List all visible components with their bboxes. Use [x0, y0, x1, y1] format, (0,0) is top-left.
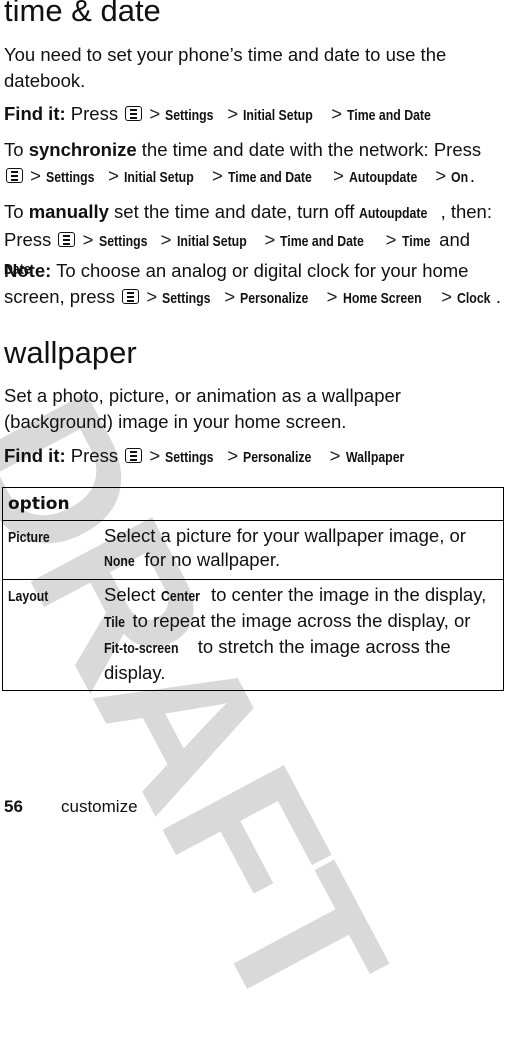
- section-title-time-date: time & date: [4, 0, 161, 28]
- desc-text: Select: [104, 584, 156, 605]
- separator: >: [30, 165, 41, 186]
- path-personalize: Personalize: [243, 449, 312, 466]
- option-description: Select Center to center the image in the…: [99, 579, 504, 691]
- separator: >: [160, 229, 172, 250]
- table-row: Picture Select a picture for your wallpa…: [2, 520, 504, 580]
- separator: >: [435, 165, 447, 186]
- wallpaper-intro: Set a photo, picture, or animation as a …: [4, 385, 401, 432]
- and-text: and: [439, 229, 471, 250]
- option-picture: Picture: [8, 529, 50, 546]
- path-time-and-date: Time and Date: [227, 169, 312, 186]
- separator: >: [227, 445, 239, 466]
- note-paragraph: Note: To choose an analog or digital clo…: [4, 258, 504, 312]
- path-clock: Clock: [457, 290, 491, 307]
- path-time-and-date: Time and Date: [280, 233, 365, 250]
- separator: >: [227, 103, 239, 124]
- option-name: Picture: [2, 520, 99, 580]
- table-row: Layout Select Center to center the image…: [2, 579, 504, 691]
- option-description: Select a picture for your wallpaper imag…: [99, 520, 504, 580]
- note-label: Note:: [4, 260, 52, 281]
- press-text: Press: [70, 103, 119, 124]
- desc-text: to center the image in the display,: [210, 584, 487, 605]
- separator: >: [329, 445, 341, 466]
- path-initial-setup: Initial Setup: [176, 233, 247, 250]
- menu-key-icon: [125, 448, 143, 463]
- find-it-label: Find it:: [4, 103, 66, 124]
- desc-text: for no wallpaper.: [144, 549, 281, 570]
- time-date-intro: You need to set your phone’s time and da…: [4, 44, 447, 91]
- menu-key-icon: [125, 106, 143, 121]
- option-name: Layout: [2, 579, 99, 691]
- path-settings: Settings: [46, 169, 95, 186]
- path-on: On: [451, 169, 469, 186]
- synchronize-text: the time and date with the network: Pres…: [141, 139, 482, 160]
- synchronize-keyword: synchronize: [28, 139, 137, 160]
- separator: >: [264, 229, 276, 250]
- separator: >: [212, 165, 223, 186]
- separator: >: [331, 103, 343, 124]
- path-settings: Settings: [165, 107, 214, 124]
- wallpaper-options-table: option Picture Select a picture for your…: [2, 487, 504, 691]
- path-home-screen: Home Screen: [342, 290, 422, 307]
- table-header-row: option: [2, 487, 504, 521]
- press-text: Press: [70, 445, 119, 466]
- path-settings: Settings: [165, 449, 214, 466]
- menu-key-icon: [58, 232, 76, 247]
- separator: >: [149, 445, 161, 466]
- separator: >: [108, 165, 119, 186]
- path-time: Time: [401, 233, 431, 250]
- section-name: customize: [61, 797, 138, 816]
- manually-text: set the time and date, turn off: [114, 201, 355, 222]
- option-header: option: [2, 487, 504, 521]
- path-initial-setup: Initial Setup: [124, 169, 194, 186]
- path-autoupdate: Autoupdate: [349, 169, 418, 186]
- desc-text: to repeat the image across the display, …: [132, 610, 471, 631]
- path-personalize: Personalize: [240, 290, 309, 307]
- separator: >: [441, 286, 453, 307]
- path-settings: Settings: [162, 290, 211, 307]
- separator: >: [385, 229, 397, 250]
- separator: >: [333, 165, 344, 186]
- find-it-label: Find it:: [4, 445, 66, 466]
- separator: >: [224, 286, 236, 307]
- to-text: To: [4, 139, 24, 160]
- option-layout: Layout: [8, 588, 49, 605]
- separator: >: [146, 286, 158, 307]
- autoupdate-term: Autoupdate: [359, 205, 428, 222]
- separator: >: [326, 286, 338, 307]
- none-term: None: [104, 553, 135, 570]
- center-term: Center: [160, 588, 200, 605]
- synchronize-paragraph: To synchronize the time and date with th…: [4, 137, 504, 191]
- menu-key-icon: [122, 289, 140, 304]
- section-title-wallpaper: wallpaper: [4, 335, 137, 370]
- path-wallpaper: Wallpaper: [345, 449, 404, 466]
- manually-keyword: manually: [28, 201, 109, 222]
- tile-term: Tile: [104, 614, 125, 631]
- fit-to-screen-term: Fit-to-screen: [104, 640, 179, 657]
- desc-text: Select a picture for your wallpaper imag…: [104, 525, 466, 546]
- path-settings: Settings: [98, 233, 148, 250]
- to-text: To: [4, 201, 24, 222]
- separator: >: [149, 103, 161, 124]
- page-number: 56: [4, 797, 23, 816]
- separator: >: [82, 229, 94, 250]
- wallpaper-find-it: Find it: Press > Settings > Personalize …: [4, 443, 504, 471]
- path-time-and-date: Time and Date: [347, 107, 432, 124]
- path-initial-setup: Initial Setup: [243, 107, 314, 124]
- menu-key-icon: [6, 168, 23, 183]
- time-date-find-it: Find it: Press > Settings > Initial Setu…: [4, 101, 504, 129]
